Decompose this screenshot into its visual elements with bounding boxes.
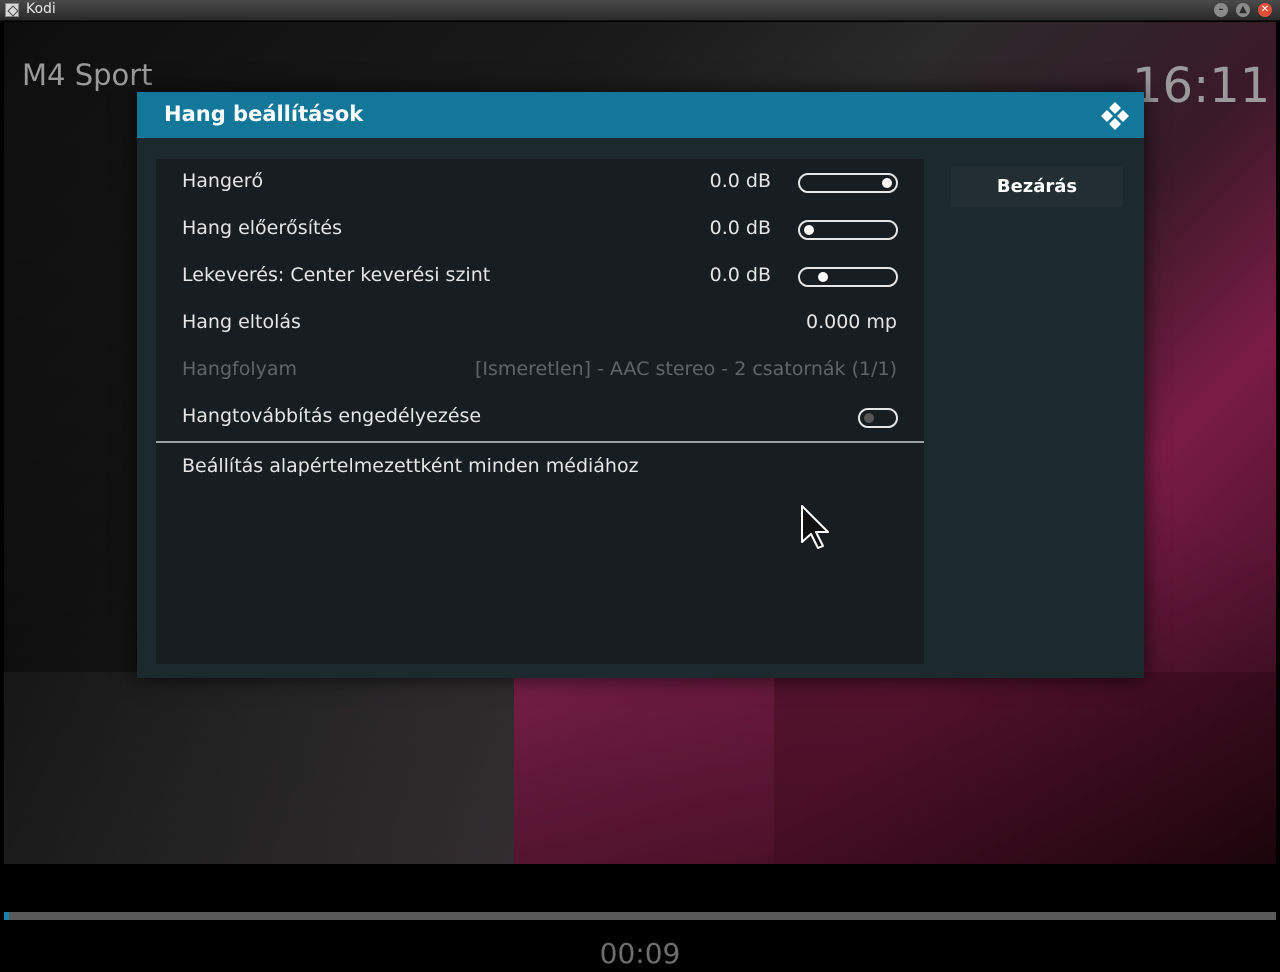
volume-slider[interactable]: [798, 173, 898, 193]
toggle-knob: [864, 413, 874, 423]
dialog-header: Hang beállítások: [137, 92, 1144, 138]
dialog-title: Hang beállítások: [164, 102, 364, 126]
slider-knob[interactable]: [804, 225, 814, 235]
setting-value: 0.000 mp: [805, 311, 897, 333]
slider-knob[interactable]: [882, 178, 892, 188]
center-mix-slider[interactable]: [798, 267, 898, 287]
mouse-cursor-icon: [801, 505, 829, 549]
maximize-button[interactable]: ▲: [1236, 3, 1250, 17]
window-title: Kodi: [26, 1, 56, 17]
video-shape: [4, 672, 514, 864]
setting-row-set-default[interactable]: Beállítás alapértelmezettként minden méd…: [156, 444, 924, 491]
video-shape: [774, 672, 1276, 864]
setting-label: Hangfolyam: [182, 358, 298, 380]
close-button[interactable]: Bezárás: [951, 167, 1123, 207]
passthrough-toggle[interactable]: [858, 408, 898, 428]
setting-row-amplification[interactable]: Hang előerősítés 0.0 dB: [156, 206, 924, 253]
amplification-slider[interactable]: [798, 220, 898, 240]
setting-value: 0.0 dB: [709, 217, 771, 239]
setting-row-center-mix[interactable]: Lekeverés: Center keverési szint 0.0 dB: [156, 253, 924, 300]
seek-bar[interactable]: [4, 912, 1276, 920]
close-icon: ✕: [1260, 4, 1270, 15]
setting-row-audio-stream: Hangfolyam [Ismeretlen] - AAC stereo - 2…: [156, 347, 924, 394]
setting-value: 0.0 dB: [709, 264, 771, 286]
set-default-label: Beállítás alapértelmezettként minden méd…: [182, 455, 639, 477]
seek-bar-fill: [4, 912, 10, 920]
window-titlebar: Kodi – ▲ ✕: [0, 0, 1280, 21]
kodi-app-icon: [5, 3, 19, 17]
setting-value: 0.0 dB: [709, 170, 771, 192]
video-shape: [514, 672, 774, 864]
elapsed-time: 00:09: [599, 937, 681, 970]
clock: 16:11: [1132, 58, 1271, 114]
separator: [156, 441, 924, 443]
minimize-icon: –: [1218, 4, 1224, 15]
channel-name: M4 Sport: [22, 58, 153, 92]
setting-label: Hang előerősítés: [182, 217, 343, 239]
setting-label: Hang eltolás: [182, 311, 301, 333]
minimize-button[interactable]: –: [1214, 3, 1228, 17]
settings-list: Hangerő 0.0 dB Hang előerősítés 0.0 dB L…: [156, 159, 924, 664]
setting-value: [Ismeretlen] - AAC stereo - 2 csatornák …: [475, 358, 897, 380]
setting-row-audio-offset[interactable]: Hang eltolás 0.000 mp: [156, 300, 924, 347]
setting-label: Hangerő: [182, 170, 264, 192]
setting-row-volume[interactable]: Hangerő 0.0 dB: [156, 159, 924, 206]
kodi-logo-icon: [1101, 102, 1129, 130]
audio-settings-dialog: Hang beállítások Hangerő 0.0 dB Hang elő…: [137, 92, 1144, 678]
setting-label: Hangtovábbítás engedélyezése: [182, 405, 482, 427]
maximize-icon: ▲: [1239, 4, 1247, 15]
slider-knob[interactable]: [818, 272, 829, 282]
close-window-button[interactable]: ✕: [1258, 3, 1272, 17]
setting-row-passthrough[interactable]: Hangtovábbítás engedélyezése: [156, 394, 924, 441]
setting-label: Lekeverés: Center keverési szint: [182, 264, 491, 286]
